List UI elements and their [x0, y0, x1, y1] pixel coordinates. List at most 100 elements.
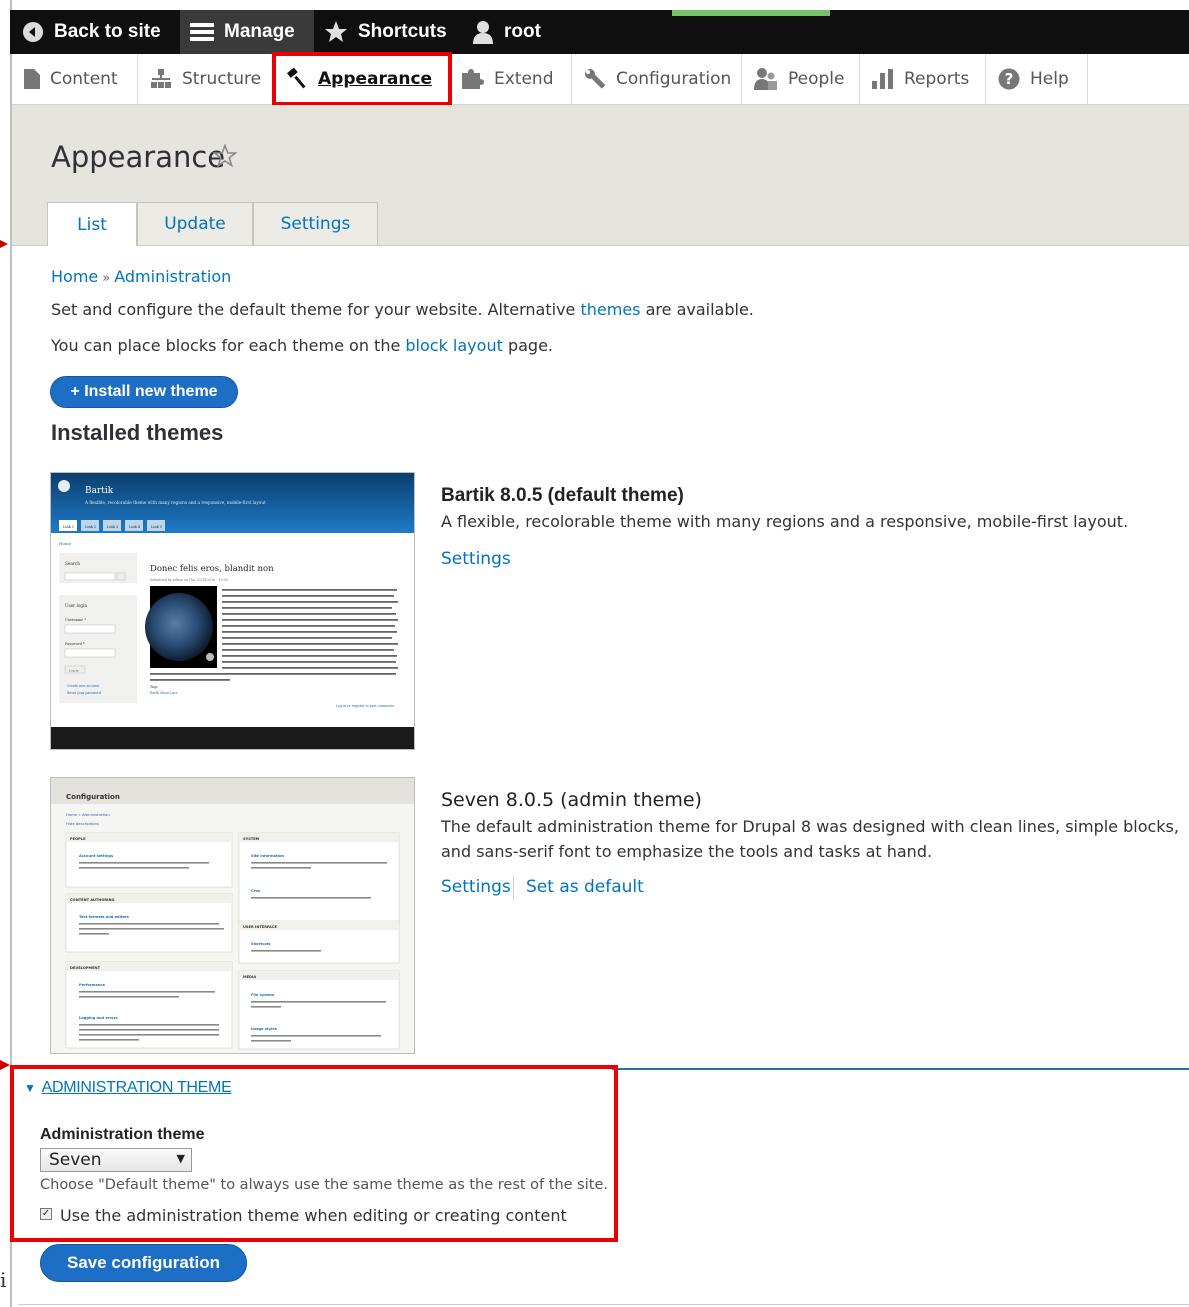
breadcrumb-separator: »: [102, 271, 111, 286]
breadcrumb-administration-link[interactable]: Administration: [114, 267, 231, 286]
page-description: Set and configure the default theme for …: [51, 300, 754, 319]
back-to-site-link[interactable]: Back to site: [22, 10, 161, 54]
seven-item-label: Logging and errors: [79, 1016, 118, 1020]
manage-menu-button[interactable]: Manage: [180, 10, 314, 54]
block-layout-link[interactable]: block layout: [405, 336, 502, 355]
seven-item-label: Performance: [79, 983, 106, 987]
admin-theme-selected-value: Seven: [49, 1150, 102, 1170]
seven-item-label: Shortcuts: [251, 942, 271, 946]
desc-text: You can place blocks for each theme on t…: [51, 336, 406, 355]
back-to-site-label: Back to site: [54, 21, 161, 42]
bartik-tags-label: Tags: [150, 685, 158, 689]
set-as-default-link[interactable]: Set as default: [526, 877, 644, 897]
bartik-tab-label: Link 1: [63, 525, 74, 529]
admin-theme-help-text: Choose "Default theme" to always use the…: [40, 1177, 608, 1193]
seven-settings-link[interactable]: Settings: [441, 877, 511, 897]
bartik-tab-label: Link 2: [85, 525, 96, 529]
breadcrumb-home-link[interactable]: Home: [51, 267, 98, 286]
star-icon: [324, 20, 348, 44]
desc-text: page.: [502, 336, 553, 355]
bartik-login-button-label: Log in: [69, 669, 79, 673]
user-label: root: [504, 21, 541, 42]
bartik-footer-link: Log in or register to post comments: [336, 704, 395, 708]
seven-item-label: Site information: [251, 854, 284, 858]
shortcuts-menu-button[interactable]: Shortcuts: [324, 10, 447, 54]
bartik-article-title: Donec felis eros, blandit non: [150, 564, 274, 574]
bartik-tab-label: Link 4: [129, 525, 141, 529]
tab-update[interactable]: Update: [137, 202, 253, 245]
tray-label: Reports: [904, 69, 970, 89]
sitemap-icon: [150, 69, 172, 89]
seven-section-label: MEDIA: [243, 975, 256, 979]
toolbar-accent-strip: [672, 10, 830, 16]
admin-theme-summary-toggle[interactable]: ▼ ADMINISTRATION THEME: [24, 1079, 232, 1097]
install-new-theme-button[interactable]: + Install new theme: [50, 376, 238, 408]
file-icon: [24, 69, 40, 89]
admin-theme-label: Administration theme: [40, 1126, 205, 1143]
bartik-home: Home: [59, 541, 72, 546]
tray-item-extend[interactable]: Extend: [450, 54, 572, 104]
tray-label: Content: [50, 69, 118, 89]
user-icon: [472, 20, 494, 44]
link-separator: [513, 876, 514, 900]
tray-item-configuration[interactable]: Configuration: [572, 54, 742, 104]
tray-label: Structure: [182, 69, 262, 89]
bartik-slogan: A flexible, recolorable theme with many …: [84, 500, 266, 505]
manage-label: Manage: [224, 21, 295, 42]
use-admin-theme-label[interactable]: Use the administration theme when editin…: [60, 1206, 567, 1225]
bartik-theme-title: Bartik 8.0.5 (default theme): [441, 485, 684, 506]
page-title: Appearance: [51, 140, 226, 174]
seven-section-label: SYSTEM: [243, 837, 260, 841]
drop-logo-icon: [58, 480, 70, 492]
stray-character: i: [0, 1268, 7, 1292]
tray-item-help[interactable]: ? Help: [986, 54, 1088, 104]
bartik-site-name: Bartik: [85, 486, 114, 496]
bartik-theme-screenshot: Bartik A flexible, recolorable theme wit…: [50, 472, 415, 750]
use-admin-theme-checkbox[interactable]: ✓: [40, 1208, 52, 1220]
bartik-submitted: Submitted by admin on Thu, 02/18/2016 - …: [150, 578, 228, 582]
seven-section-label: CONTENT AUTHORING: [70, 898, 115, 902]
tab-settings[interactable]: Settings: [253, 202, 378, 245]
user-menu-button[interactable]: root: [472, 10, 541, 54]
tray-label: Configuration: [616, 69, 732, 89]
tray-item-structure[interactable]: Structure: [138, 54, 274, 104]
desc-text: are available.: [640, 300, 754, 319]
desc-text: Set and configure the default theme for …: [51, 300, 581, 319]
seven-item-label: Text formats and editors: [79, 915, 129, 919]
bartik-settings-link[interactable]: Settings: [441, 549, 511, 569]
seven-section-label: USER INTERFACE: [243, 925, 277, 929]
seven-breadcrumb: Home » Administration: [66, 812, 110, 817]
bartik-login-label: User login: [65, 603, 87, 608]
tray-item-reports[interactable]: Reports: [860, 54, 986, 104]
themes-link[interactable]: themes: [580, 300, 640, 319]
bartik-footer: [51, 727, 414, 749]
bartik-tags: Earth Moon Lars: [150, 691, 178, 695]
earth-icon: [145, 593, 213, 661]
seven-hide-link: Hide descriptions: [66, 821, 99, 826]
seven-title: Configuration: [66, 793, 120, 801]
bartik-create-link: Create new account: [67, 684, 100, 688]
seven-theme-description: The default administration theme for Dru…: [441, 817, 1179, 861]
star-outline-icon[interactable]: [213, 144, 237, 168]
tray-item-content[interactable]: Content: [12, 54, 138, 104]
tray-item-people[interactable]: People: [742, 54, 860, 104]
bartik-tabs: Link 1 Link 2 Link 3 Link 4 Link 5: [59, 520, 165, 531]
seven-item-label: Account settings: [79, 854, 113, 858]
seven-section-label: PEOPLE: [70, 837, 86, 841]
shortcuts-label: Shortcuts: [358, 21, 447, 42]
seven-item-label: File system: [251, 993, 274, 997]
seven-theme-title: Seven 8.0.5 (admin theme): [441, 789, 702, 811]
bartik-search-label: Search: [65, 561, 80, 566]
admin-theme-select[interactable]: Seven ▼: [40, 1148, 192, 1172]
save-configuration-button[interactable]: Save configuration: [40, 1244, 247, 1282]
back-arrow-icon: [22, 21, 44, 43]
tab-list[interactable]: List: [47, 202, 137, 246]
wrench-icon: [584, 68, 606, 90]
seven-item-label: Cron: [251, 889, 261, 893]
help-icon: ?: [998, 68, 1020, 90]
seven-blocks: PEOPLE Account settings SYSTEM Site info…: [65, 832, 400, 1050]
left-edge-arrow-mark-2: [0, 1060, 10, 1070]
people-icon: [754, 68, 778, 90]
breadcrumb: Home » Administration: [51, 267, 231, 286]
triangle-down-icon: ▼: [24, 1081, 36, 1095]
